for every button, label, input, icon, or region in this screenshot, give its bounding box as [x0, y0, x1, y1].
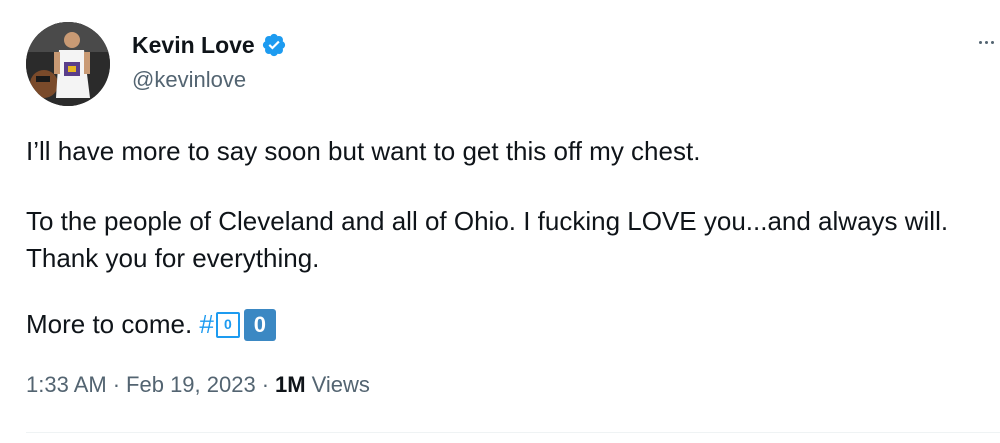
keycap-zero-emoji-icon: 0: [243, 308, 276, 341]
hashtag-link[interactable]: # 0 0: [199, 306, 276, 343]
tweet-meta: 1:33 AM · Feb 19, 2023 · 1M Views: [26, 372, 370, 398]
meta-separator: ·: [112, 372, 121, 397]
author-name[interactable]: Kevin Love: [132, 32, 255, 59]
author-handle[interactable]: @kevinlove: [132, 67, 246, 93]
avatar[interactable]: [26, 22, 110, 106]
author-name-row[interactable]: Kevin Love: [132, 30, 287, 60]
tweet-text-line-3: More to come. # 0 0: [26, 306, 276, 343]
tweet-date[interactable]: Feb 19, 2023: [126, 372, 256, 398]
meta-separator: ·: [261, 372, 270, 397]
more-dot: [984, 40, 988, 44]
more-options-icon[interactable]: [975, 30, 997, 54]
views-count: 1M: [275, 372, 306, 397]
more-dot: [990, 40, 994, 44]
verified-badge-icon: [261, 32, 287, 58]
views-label: Views: [311, 372, 370, 397]
tweet-time[interactable]: 1:33 AM: [26, 372, 107, 398]
tweet-text-paragraph-2: To the people of Cleveland and all of Oh…: [26, 206, 949, 273]
more-to-come-text: More to come.: [26, 309, 193, 339]
tweet-card: Kevin Love @kevinlove I’ll have more to …: [0, 0, 1000, 443]
tweet-text-line-1: I’ll have more to say soon but want to g…: [26, 136, 701, 166]
hashtag-symbol: #: [199, 309, 214, 339]
avatar-image: [26, 22, 110, 106]
keycap-zero-outline-icon: 0: [215, 311, 240, 338]
divider: [26, 432, 1000, 433]
more-dot: [978, 40, 982, 44]
